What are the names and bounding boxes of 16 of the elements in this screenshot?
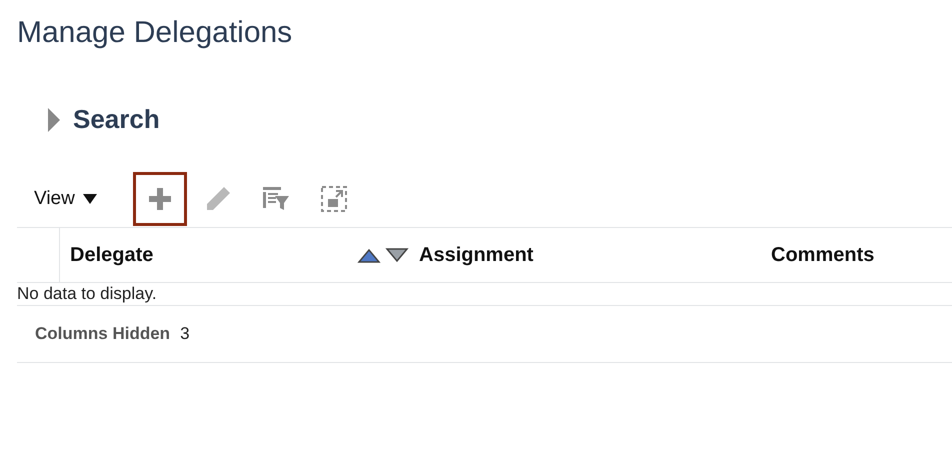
page-title: Manage Delegations — [17, 15, 294, 51]
column-header[interactable]: Delegate — [70, 244, 154, 266]
column-header[interactable]: Assignment — [419, 244, 534, 266]
empty-message: No data to display. — [17, 284, 157, 303]
plus-icon — [148, 187, 172, 211]
caret-right-icon[interactable] — [47, 108, 61, 132]
column-header[interactable]: Comments — [771, 244, 874, 266]
search-section-title[interactable]: Search — [73, 104, 160, 135]
add-button[interactable] — [132, 172, 187, 226]
columns-hidden-count: 3 — [180, 324, 190, 344]
view-menu-button[interactable]: View — [17, 188, 97, 210]
caret-down-icon — [82, 194, 97, 204]
sort-icon[interactable] — [357, 246, 409, 264]
detach-icon — [320, 185, 348, 213]
columns-hidden-label: Columns Hidden — [35, 324, 170, 344]
filter-icon — [262, 186, 290, 212]
